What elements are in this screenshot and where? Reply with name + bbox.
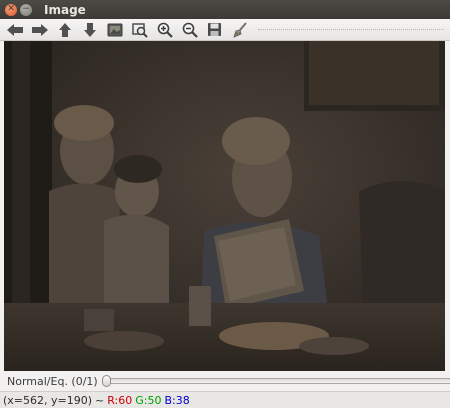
slider-track[interactable] (103, 378, 450, 384)
normal-eq-slider[interactable] (101, 375, 450, 387)
minimize-icon: − (22, 4, 30, 14)
title-bar: ✕ − Image (0, 0, 450, 19)
properties-icon (232, 21, 247, 38)
pan-left-button[interactable] (2, 20, 27, 40)
image-view[interactable] (4, 41, 445, 371)
zoom-out-button[interactable] (177, 20, 202, 40)
zoom-region-button[interactable] (127, 20, 152, 40)
close-icon: ✕ (7, 4, 15, 14)
right-arrow-icon (31, 23, 48, 36)
status-bar: (x=562, y=190) ~ R:60 G:50 B:38 (0, 391, 450, 408)
up-arrow-icon (58, 22, 71, 37)
pan-down-button[interactable] (77, 20, 102, 40)
image-icon (107, 23, 122, 36)
trackbar-label: Normal/Eq. (0/1) (7, 374, 98, 388)
zoom-in-icon (157, 22, 173, 38)
trackbar-row: Normal/Eq. (0/1) (0, 371, 450, 391)
properties-button[interactable] (227, 20, 252, 40)
minimize-button[interactable]: − (20, 3, 32, 16)
pan-right-button[interactable] (27, 20, 52, 40)
zoom-region-icon (131, 22, 148, 38)
save-icon (208, 23, 221, 36)
zoom-in-button[interactable] (152, 20, 177, 40)
close-button[interactable]: ✕ (5, 3, 17, 16)
slider-handle[interactable] (101, 375, 111, 387)
window-title: Image (44, 2, 86, 17)
pixel-green-value: G:50 (135, 393, 162, 407)
zoom-out-icon (182, 22, 198, 38)
pixel-red-value: R:60 (107, 393, 133, 407)
pixel-blue-value: B:38 (164, 393, 190, 407)
toolbar-separator (258, 29, 444, 30)
pixel-coordinates: (x=562, y=190) (3, 393, 93, 407)
down-arrow-icon (83, 22, 96, 37)
save-button[interactable] (202, 20, 227, 40)
pan-up-button[interactable] (52, 20, 77, 40)
fit-image-button[interactable] (102, 20, 127, 40)
status-separator: ~ (95, 393, 105, 407)
toolbar (0, 19, 450, 41)
displayed-photo (4, 41, 445, 371)
left-arrow-icon (6, 23, 23, 36)
